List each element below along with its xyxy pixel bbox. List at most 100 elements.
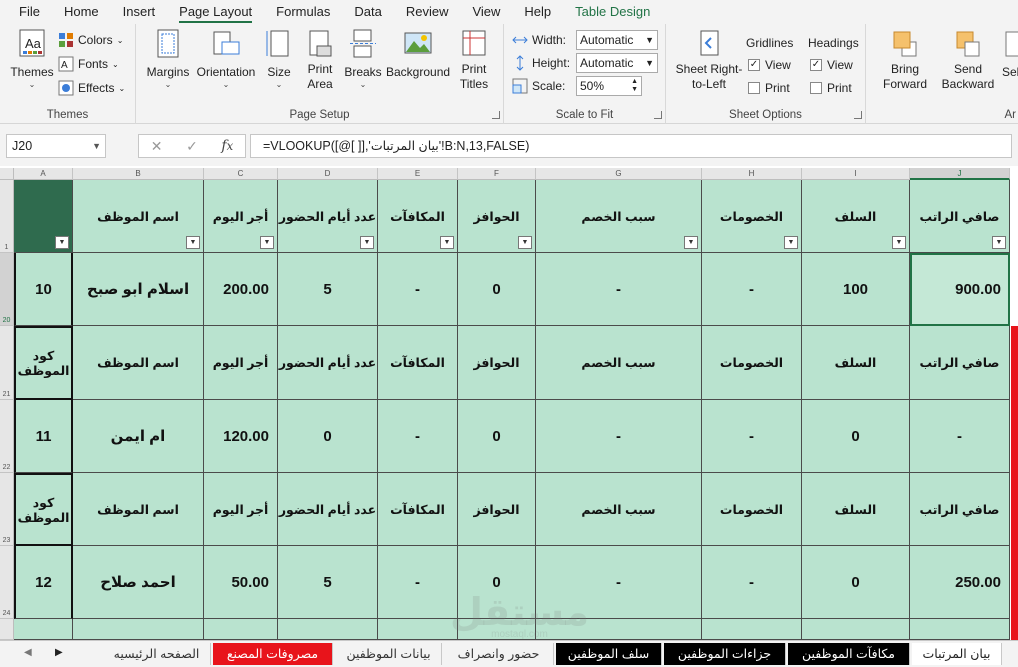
header-cell-net[interactable]: صافي الراتب [910,473,1010,546]
data-cell-days[interactable]: 0 [278,400,378,473]
fonts-button[interactable]: A Fonts ⌄ [58,54,119,74]
tab-help[interactable]: Help [512,0,563,24]
data-cell-code[interactable]: 11 [14,400,73,473]
header-cell-reason[interactable]: سبب الخصم [536,473,702,546]
column-header-i[interactable]: I [802,168,910,180]
column-header-e[interactable]: E [378,168,458,180]
filter-dropdown-icon[interactable]: ▼ [440,236,454,249]
table-cell[interactable] [204,619,278,640]
row-header[interactable]: 24 [0,546,14,619]
header-cell-net[interactable]: صافي الراتب [910,326,1010,400]
sheet-options-launcher-icon[interactable] [854,111,862,119]
header-cell-advances[interactable]: السلف ▼ [802,180,910,253]
headings-print-checkbox[interactable]: Print [810,81,852,95]
orientation-button[interactable]: Orientation ⌄ [194,28,258,90]
sheet-tab-home[interactable]: الصفحه الرئيسيه [103,643,211,665]
print-area-button[interactable]: Print Area [302,28,338,92]
column-header-d[interactable]: D [278,168,378,180]
send-backward-button[interactable]: Send Backward [934,28,1002,92]
header-cell-advances[interactable]: السلف [802,326,910,400]
data-cell-name[interactable]: احمد صلاح [73,546,204,619]
header-cell-name[interactable]: اسم الموظف [73,326,204,400]
column-header-b[interactable]: B [73,168,204,180]
filter-dropdown-icon[interactable]: ▼ [55,236,69,249]
tab-home[interactable]: Home [52,0,111,24]
filter-dropdown-icon[interactable]: ▼ [260,236,274,249]
header-cell-daily[interactable]: أجر اليوم ▼ [204,180,278,253]
data-cell-name[interactable]: اسلام ابو صبح [73,253,204,326]
tab-review[interactable]: Review [394,0,461,24]
chevron-down-icon[interactable]: ▼ [92,135,101,157]
row-header[interactable] [0,619,14,640]
gridlines-view-checkbox[interactable]: ✓ View [748,58,791,72]
row-header[interactable]: 22 [0,400,14,473]
select-all-corner[interactable] [0,168,14,180]
table-cell[interactable] [14,619,73,640]
name-box[interactable]: J20 ▼ [6,134,106,158]
table-cell[interactable] [910,619,1010,640]
tab-table-design[interactable]: Table Design [563,0,662,24]
tab-view[interactable]: View [460,0,512,24]
width-select[interactable]: Automatic ▼ [576,30,658,50]
header-cell-code[interactable]: ▼ [14,180,73,253]
data-cell-deductions[interactable]: - [702,253,802,326]
data-cell-daily[interactable]: 200.00 [204,253,278,326]
sheet-tab-employee-advances[interactable]: سلف الموظفين [556,643,662,665]
tab-formulas[interactable]: Formulas [264,0,342,24]
data-cell-incentives[interactable]: 0 [458,400,536,473]
data-cell-code[interactable]: 12 [14,546,73,619]
breaks-button[interactable]: Breaks ⌄ [344,28,382,90]
bring-forward-button[interactable]: Bring Forward [878,28,932,92]
header-cell-bonus[interactable]: المكافآت ▼ [378,180,458,253]
filter-dropdown-icon[interactable]: ▼ [186,236,200,249]
gridlines-print-checkbox[interactable]: Print [748,81,790,95]
header-cell-code[interactable]: كود الموظف [14,473,73,546]
insert-function-icon[interactable]: fx [221,138,233,154]
scale-input[interactable]: 50% ▲ ▼ [576,76,642,96]
filter-dropdown-icon[interactable]: ▼ [892,236,906,249]
column-header-g[interactable]: G [536,168,702,180]
data-cell-bonus[interactable]: - [378,253,458,326]
header-cell-advances[interactable]: السلف [802,473,910,546]
margins-button[interactable]: Margins ⌄ [146,28,190,90]
filter-dropdown-icon[interactable]: ▼ [784,236,798,249]
data-cell-net[interactable]: - [910,400,1010,473]
sheet-tab-payroll[interactable]: بيان المرتبات [912,643,1002,665]
data-cell-deductions[interactable]: - [702,546,802,619]
header-cell-incentives[interactable]: الحوافز [458,326,536,400]
tab-page-layout[interactable]: Page Layout [167,0,264,24]
data-cell-reason[interactable]: - [536,253,702,326]
column-header-j[interactable]: J [910,168,1010,180]
header-cell-daily[interactable]: أجر اليوم [204,326,278,400]
background-button[interactable]: Background [386,28,450,80]
data-cell-incentives[interactable]: 0 [458,253,536,326]
sheet-tab-employee-bonuses[interactable]: مكافآت الموظفين [788,643,910,665]
column-header-a[interactable]: A [14,168,73,180]
colors-button[interactable]: Colors ⌄ [58,30,123,50]
header-cell-name[interactable]: اسم الموظف ▼ [73,180,204,253]
data-cell-advances[interactable]: 0 [802,400,910,473]
data-cell-advances[interactable]: 100 [802,253,910,326]
filter-dropdown-icon[interactable]: ▼ [684,236,698,249]
data-cell-days[interactable]: 5 [278,253,378,326]
header-cell-days[interactable]: عدد أيام الحضور ▼ [278,180,378,253]
formula-input[interactable]: =VLOOKUP([@[ ]],'بيان المرتبات'!B:N,13,F… [250,134,1012,158]
data-cell-bonus[interactable]: - [378,546,458,619]
effects-button[interactable]: Effects ⌄ [58,78,125,98]
tab-data[interactable]: Data [342,0,393,24]
header-cell-incentives[interactable]: الحوافز ▼ [458,180,536,253]
header-cell-days[interactable]: عدد أيام الحضور [278,473,378,546]
data-cell-reason[interactable]: - [536,400,702,473]
data-cell-net[interactable]: 250.00 [910,546,1010,619]
header-cell-deductions[interactable]: الخصومات [702,326,802,400]
scroll-left-icon[interactable]: ◀ [24,647,32,658]
spinner-icon[interactable]: ▲ ▼ [631,78,638,94]
data-cell-net[interactable]: 900.00 [910,253,1010,326]
row-header[interactable]: 1 [0,180,14,253]
size-button[interactable]: Size ⌄ [264,28,294,90]
header-cell-net[interactable]: صافي الراتب ▼ [910,180,1010,253]
headings-view-checkbox[interactable]: ✓ View [810,58,853,72]
height-select[interactable]: Automatic ▼ [576,53,658,73]
themes-button[interactable]: Aa Themes ⌄ [8,28,56,90]
tab-file[interactable]: File [7,0,52,24]
